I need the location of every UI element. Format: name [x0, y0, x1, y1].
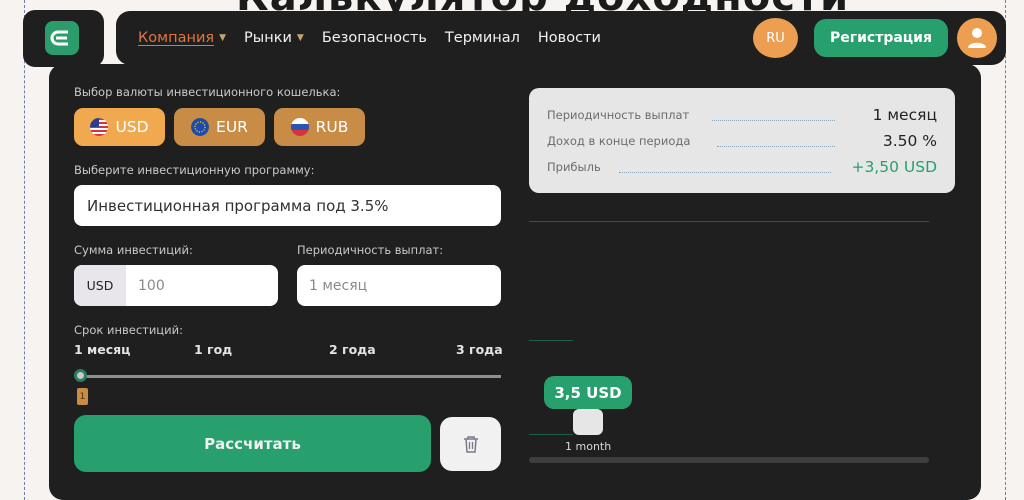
chart-value-bubble: 3,5 USD — [544, 376, 632, 409]
amount-input[interactable]: 100 — [126, 278, 165, 294]
amount-field[interactable]: USD 100 — [74, 265, 278, 306]
logo-icon — [45, 21, 79, 55]
top-navigation: Компания ▼ Рынки ▼ Безопасность Терминал… — [116, 11, 1006, 65]
nav-item-label: Новости — [537, 30, 601, 46]
amount-label: Сумма инвестиций: — [74, 243, 193, 257]
result-summary-card: Периодичность выплат 1 месяц Доход в кон… — [529, 88, 955, 193]
chart-x-label: 1 month — [565, 440, 612, 453]
term-tick: 1 месяц — [74, 342, 131, 357]
amount-currency-prefix: USD — [74, 265, 126, 306]
chevron-down-icon: ▼ — [219, 33, 227, 43]
term-tick: 1 год — [194, 342, 233, 357]
nav-item-security[interactable]: Безопасность — [322, 30, 427, 46]
program-select-value: Инвестиционная программа под 3.5% — [87, 196, 389, 215]
logo[interactable] — [23, 10, 104, 67]
term-label: Срок инвестиций: — [74, 323, 183, 337]
background-guide-left — [24, 0, 25, 500]
currency-eur-button[interactable]: EUR — [174, 108, 265, 146]
language-button[interactable]: RU — [753, 18, 798, 58]
term-tick: 2 года — [329, 342, 376, 357]
nav-item-news[interactable]: Новости — [538, 30, 601, 46]
summary-value: 1 месяц — [872, 106, 937, 124]
term-slider-handle[interactable] — [74, 369, 87, 382]
us-flag-icon — [90, 118, 109, 136]
chart-scrollbar[interactable] — [529, 457, 929, 463]
calculator-panel: Выбор валюты инвестиционного кошелька: U… — [49, 64, 981, 500]
currency-rub-button[interactable]: RUB — [274, 108, 365, 146]
summary-label: Прибыль — [547, 160, 601, 174]
nav-item-terminal[interactable]: Терминал — [445, 30, 520, 46]
nav-item-markets[interactable]: Рынки ▼ — [244, 30, 304, 46]
summary-label: Периодичность выплат — [547, 108, 690, 122]
summary-value: 3.50 % — [882, 132, 937, 150]
chart-gridline — [529, 221, 929, 222]
eu-flag-icon — [191, 118, 210, 136]
currency-code: USD — [115, 118, 149, 136]
chart-bar — [573, 409, 603, 435]
period-input[interactable]: 1 месяц — [297, 265, 501, 306]
currency-label: Выбор валюты инвестиционного кошелька: — [74, 85, 341, 99]
chevron-down-icon: ▼ — [296, 33, 304, 43]
currency-usd-button[interactable]: USD — [74, 108, 165, 146]
summary-row: Прибыль +3,50 USD — [547, 156, 937, 176]
nav-item-label: Безопасность — [321, 30, 427, 46]
ru-flag-icon — [290, 118, 309, 136]
register-button[interactable]: Регистрация — [814, 19, 948, 57]
program-label: Выберите инвестиционную программу: — [74, 163, 315, 177]
nav-item-label: Компания — [138, 30, 215, 46]
nav-item-company[interactable]: Компания ▼ — [138, 30, 226, 46]
calculate-button[interactable]: Рассчитать — [74, 415, 431, 472]
chart-gridline — [529, 340, 573, 341]
currency-code: EUR — [216, 118, 248, 136]
period-label: Периодичность выплат: — [297, 243, 444, 257]
currency-code: RUB — [315, 118, 349, 136]
background-guide-right — [1005, 0, 1006, 500]
trash-icon — [463, 436, 478, 453]
user-icon — [968, 28, 986, 48]
summary-row: Доход в конце периода 3.50 % — [547, 130, 937, 150]
summary-label: Доход в конце периода — [547, 134, 691, 148]
term-slider-track[interactable] — [75, 375, 501, 378]
chart-gridline — [529, 434, 573, 435]
term-tick: 3 года — [456, 342, 503, 357]
nav-item-label: Рынки — [244, 30, 292, 46]
period-placeholder: 1 месяц — [309, 277, 368, 294]
nav-item-label: Терминал — [444, 30, 520, 46]
program-select[interactable]: Инвестиционная программа под 3.5% — [74, 185, 501, 226]
term-slider-value: 1 — [77, 388, 88, 405]
user-avatar[interactable] — [957, 18, 997, 58]
summary-value: +3,50 USD — [851, 158, 937, 176]
summary-row: Периодичность выплат 1 месяц — [547, 104, 937, 124]
reset-button[interactable] — [440, 417, 501, 471]
